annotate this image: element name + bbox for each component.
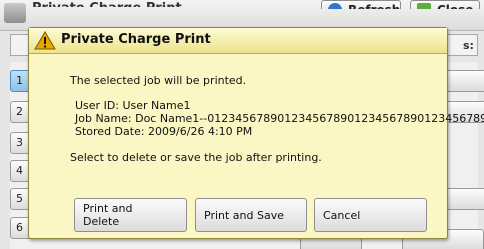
- row-number: 6: [16, 221, 23, 234]
- confirm-print-dialog: Private Charge Print The selected job wi…: [28, 27, 484, 239]
- button-label-line2: Delete: [83, 215, 120, 228]
- side-button[interactable]: [445, 70, 484, 92]
- button-label: Cancel: [323, 208, 361, 222]
- refresh-button[interactable]: Refresh: [321, 0, 401, 17]
- job-name-text: Job Name: Doc Name1--0123456789012345678…: [75, 112, 484, 125]
- warning-triangle-icon: [34, 31, 56, 50]
- side-button[interactable]: [445, 188, 484, 210]
- button-label-line1: Print and: [83, 202, 133, 215]
- print-and-delete-button[interactable]: Print and Delete: [74, 198, 187, 232]
- row-number: 5: [16, 192, 23, 205]
- check-icon: [417, 3, 431, 9]
- status-column-header: s:: [463, 39, 474, 52]
- dialog-instruction: Select to delete or save the job after p…: [70, 151, 322, 164]
- close-label: Close: [437, 3, 474, 17]
- row-number: 1: [16, 74, 23, 87]
- background-title: Private Charge Print: [32, 1, 182, 16]
- cancel-button[interactable]: Cancel: [314, 198, 427, 232]
- refresh-icon: [328, 3, 342, 9]
- row-number: 2: [16, 105, 23, 118]
- dialog-title: Private Charge Print: [61, 32, 211, 47]
- button-label: Print and Save: [204, 208, 284, 222]
- dialog-titlebar: Private Charge Print: [29, 28, 447, 54]
- dialog-message: The selected job will be printed.: [70, 74, 247, 87]
- user-id-text: User ID: User Name1: [75, 99, 191, 112]
- print-and-save-button[interactable]: Print and Save: [195, 198, 307, 232]
- printer-icon: [4, 3, 26, 23]
- stored-date-text: Stored Date: 2009/6/26 4:10 PM: [75, 125, 253, 138]
- close-button[interactable]: Close: [410, 0, 480, 17]
- row-number: 4: [16, 164, 23, 177]
- refresh-label: Refresh: [348, 3, 401, 17]
- row-number: 3: [16, 136, 23, 149]
